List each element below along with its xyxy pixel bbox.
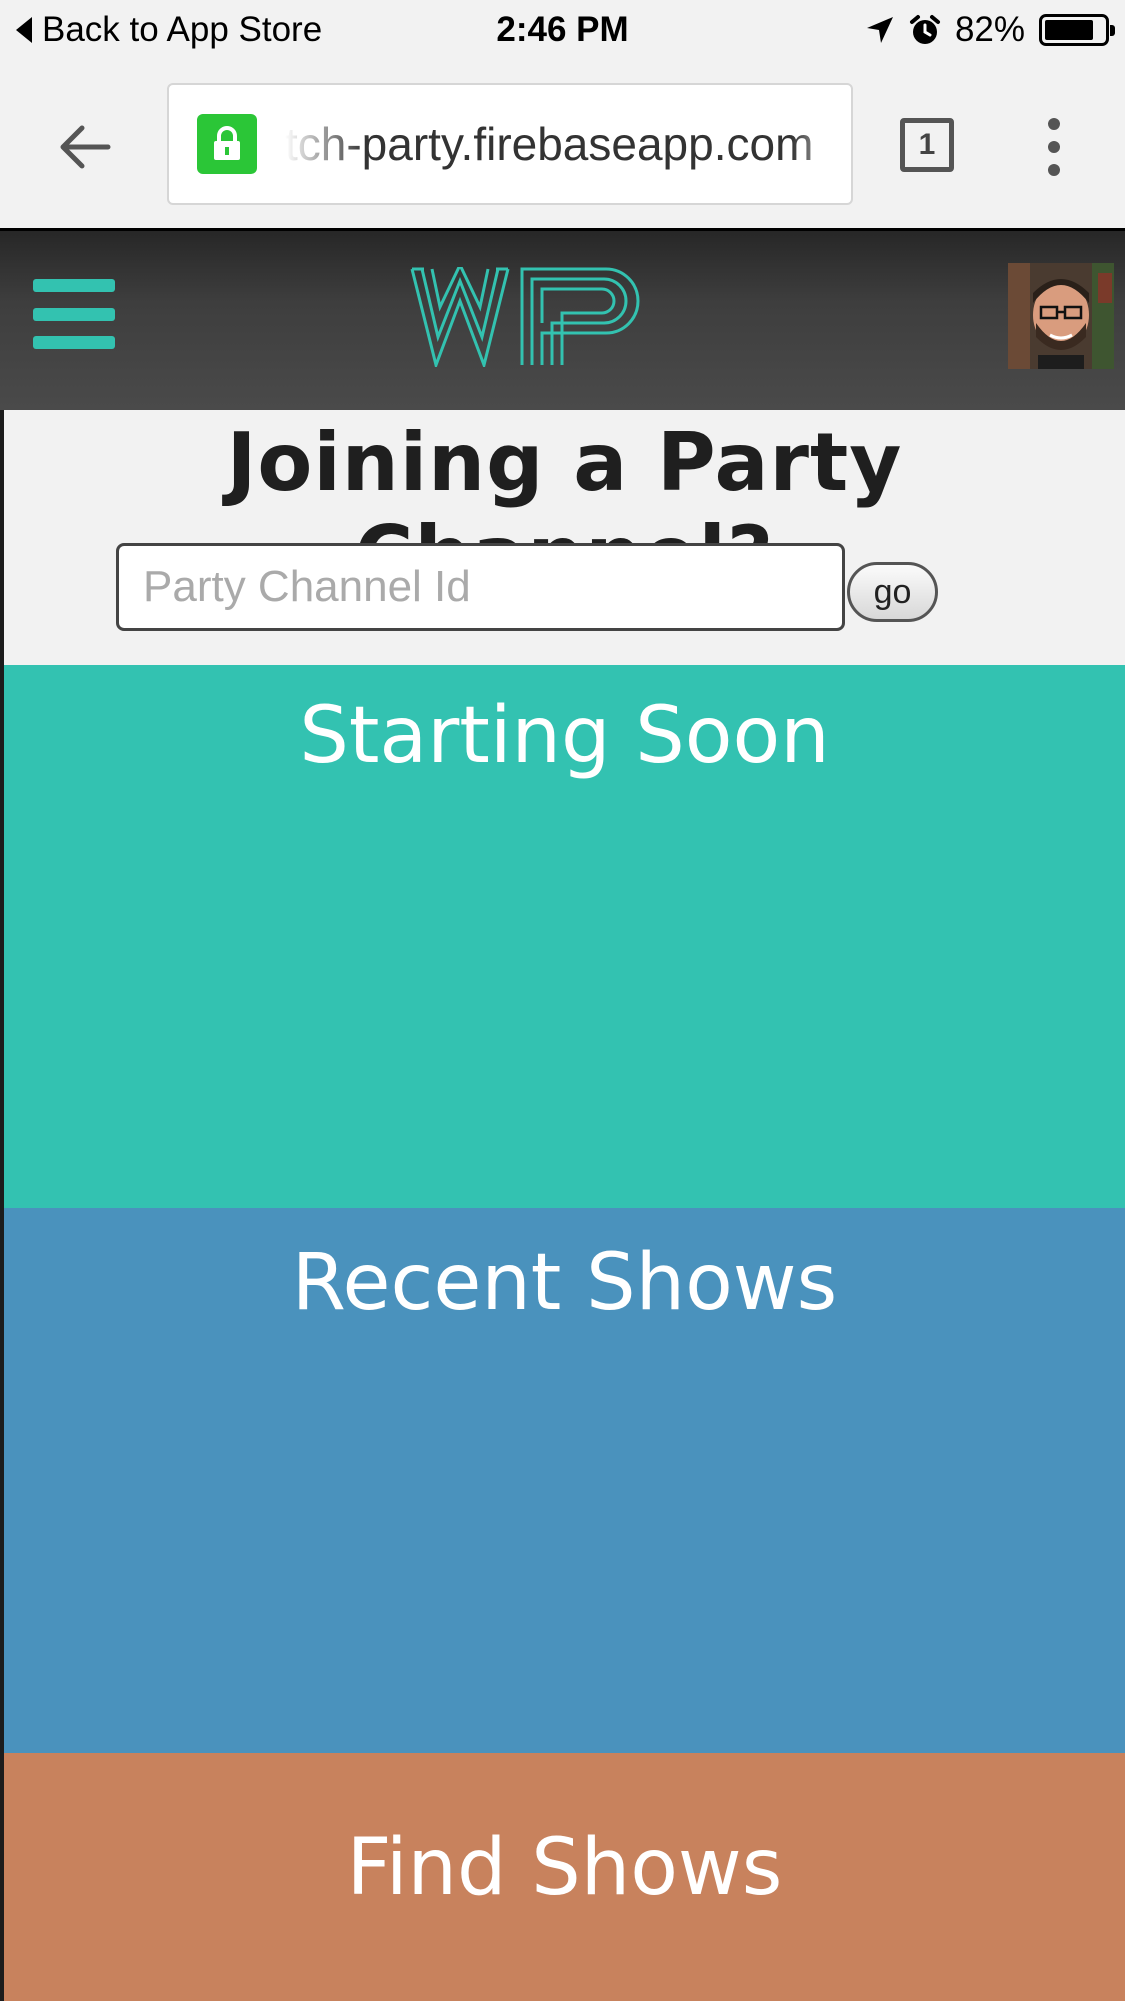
browser-toolbar: tch-party.firebaseapp.com 1 [0,62,1125,228]
battery-icon [1039,14,1115,46]
recent-shows-heading: Recent Shows [291,1238,838,1328]
lock-icon [197,114,257,174]
battery-percent: 82% [954,10,1025,49]
hamburger-menu-button[interactable] [33,279,115,349]
app-header: WP [0,228,1125,410]
hamburger-bar [33,307,115,321]
back-to-app-store-link[interactable]: Back to App Store [16,8,322,52]
menu-dot-icon [1048,141,1060,153]
starting-soon-section: Starting Soon [4,665,1125,1208]
join-channel-section: Joining a Party Channel? go [4,410,1125,665]
find-shows-section[interactable]: Find Shows [4,1753,1125,2001]
wp-logo: WP [410,267,640,367]
back-to-app-store-label: Back to App Store [42,10,323,49]
user-avatar[interactable] [1008,263,1114,369]
user-photo [1008,263,1114,369]
hamburger-bar [33,336,115,349]
alarm-clock-icon [909,15,940,44]
arrow-left-icon [60,125,111,169]
url-text: tch-party.firebaseapp.com [285,117,851,171]
address-bar[interactable]: tch-party.firebaseapp.com [167,83,853,205]
go-button[interactable]: go [847,562,938,622]
recent-shows-section: Recent Shows [4,1208,1125,1753]
find-shows-heading: Find Shows [346,1823,783,1913]
back-triangle-icon [16,17,32,43]
browser-menu-button[interactable] [1036,118,1072,176]
menu-dot-icon [1048,118,1060,130]
tabs-button[interactable]: 1 [900,118,954,172]
starting-soon-heading: Starting Soon [299,691,830,781]
battery-fill [1045,20,1093,40]
status-bar: Back to App Store 2:46 PM 82% [0,0,1125,62]
party-channel-id-input[interactable] [116,543,845,631]
tab-count: 1 [918,128,936,161]
location-arrow-icon [866,17,893,43]
status-indicators: 82% [865,8,1115,52]
hamburger-bar [33,279,115,292]
browser-back-button[interactable] [52,114,118,180]
menu-dot-icon [1048,164,1060,176]
